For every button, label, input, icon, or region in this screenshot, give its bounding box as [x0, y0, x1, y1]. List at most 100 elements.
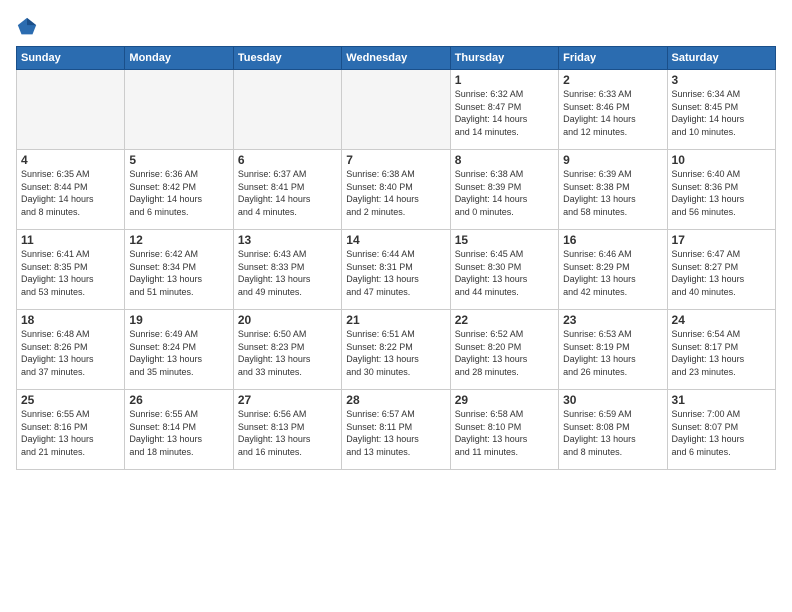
calendar-page: SundayMondayTuesdayWednesdayThursdayFrid…: [0, 0, 792, 612]
weekday-friday: Friday: [559, 47, 667, 70]
week-row-2: 11Sunrise: 6:41 AM Sunset: 8:35 PM Dayli…: [17, 230, 776, 310]
weekday-tuesday: Tuesday: [233, 47, 341, 70]
day-number: 2: [563, 73, 662, 87]
calendar-cell: 30Sunrise: 6:59 AM Sunset: 8:08 PM Dayli…: [559, 390, 667, 470]
day-number: 20: [238, 313, 337, 327]
weekday-saturday: Saturday: [667, 47, 775, 70]
calendar-cell: 3Sunrise: 6:34 AM Sunset: 8:45 PM Daylig…: [667, 70, 775, 150]
calendar-cell: 12Sunrise: 6:42 AM Sunset: 8:34 PM Dayli…: [125, 230, 233, 310]
day-number: 7: [346, 153, 445, 167]
day-number: 4: [21, 153, 120, 167]
day-number: 5: [129, 153, 228, 167]
calendar-cell: 14Sunrise: 6:44 AM Sunset: 8:31 PM Dayli…: [342, 230, 450, 310]
calendar-cell: 10Sunrise: 6:40 AM Sunset: 8:36 PM Dayli…: [667, 150, 775, 230]
day-number: 24: [672, 313, 771, 327]
calendar-cell: 24Sunrise: 6:54 AM Sunset: 8:17 PM Dayli…: [667, 310, 775, 390]
day-info: Sunrise: 6:46 AM Sunset: 8:29 PM Dayligh…: [563, 248, 662, 298]
day-number: 31: [672, 393, 771, 407]
day-info: Sunrise: 6:45 AM Sunset: 8:30 PM Dayligh…: [455, 248, 554, 298]
weekday-header-row: SundayMondayTuesdayWednesdayThursdayFrid…: [17, 47, 776, 70]
day-info: Sunrise: 6:55 AM Sunset: 8:14 PM Dayligh…: [129, 408, 228, 458]
day-info: Sunrise: 6:57 AM Sunset: 8:11 PM Dayligh…: [346, 408, 445, 458]
weekday-monday: Monday: [125, 47, 233, 70]
day-number: 1: [455, 73, 554, 87]
day-number: 8: [455, 153, 554, 167]
weekday-wednesday: Wednesday: [342, 47, 450, 70]
day-number: 12: [129, 233, 228, 247]
calendar-cell: [342, 70, 450, 150]
day-info: Sunrise: 6:55 AM Sunset: 8:16 PM Dayligh…: [21, 408, 120, 458]
calendar-cell: [233, 70, 341, 150]
day-number: 3: [672, 73, 771, 87]
logo-icon: [16, 16, 38, 38]
day-number: 28: [346, 393, 445, 407]
week-row-3: 18Sunrise: 6:48 AM Sunset: 8:26 PM Dayli…: [17, 310, 776, 390]
day-info: Sunrise: 6:59 AM Sunset: 8:08 PM Dayligh…: [563, 408, 662, 458]
day-info: Sunrise: 6:48 AM Sunset: 8:26 PM Dayligh…: [21, 328, 120, 378]
calendar-cell: 7Sunrise: 6:38 AM Sunset: 8:40 PM Daylig…: [342, 150, 450, 230]
day-number: 11: [21, 233, 120, 247]
day-info: Sunrise: 6:39 AM Sunset: 8:38 PM Dayligh…: [563, 168, 662, 218]
day-number: 16: [563, 233, 662, 247]
header: [16, 16, 776, 38]
weekday-sunday: Sunday: [17, 47, 125, 70]
day-number: 10: [672, 153, 771, 167]
calendar-cell: 1Sunrise: 6:32 AM Sunset: 8:47 PM Daylig…: [450, 70, 558, 150]
day-info: Sunrise: 6:33 AM Sunset: 8:46 PM Dayligh…: [563, 88, 662, 138]
day-info: Sunrise: 6:56 AM Sunset: 8:13 PM Dayligh…: [238, 408, 337, 458]
day-number: 29: [455, 393, 554, 407]
calendar-cell: 2Sunrise: 6:33 AM Sunset: 8:46 PM Daylig…: [559, 70, 667, 150]
calendar-cell: 5Sunrise: 6:36 AM Sunset: 8:42 PM Daylig…: [125, 150, 233, 230]
calendar-cell: 16Sunrise: 6:46 AM Sunset: 8:29 PM Dayli…: [559, 230, 667, 310]
day-number: 23: [563, 313, 662, 327]
day-number: 27: [238, 393, 337, 407]
calendar-cell: 28Sunrise: 6:57 AM Sunset: 8:11 PM Dayli…: [342, 390, 450, 470]
day-info: Sunrise: 6:54 AM Sunset: 8:17 PM Dayligh…: [672, 328, 771, 378]
calendar-cell: 31Sunrise: 7:00 AM Sunset: 8:07 PM Dayli…: [667, 390, 775, 470]
calendar-cell: [17, 70, 125, 150]
day-info: Sunrise: 7:00 AM Sunset: 8:07 PM Dayligh…: [672, 408, 771, 458]
day-info: Sunrise: 6:42 AM Sunset: 8:34 PM Dayligh…: [129, 248, 228, 298]
calendar-cell: 13Sunrise: 6:43 AM Sunset: 8:33 PM Dayli…: [233, 230, 341, 310]
day-info: Sunrise: 6:38 AM Sunset: 8:40 PM Dayligh…: [346, 168, 445, 218]
day-info: Sunrise: 6:51 AM Sunset: 8:22 PM Dayligh…: [346, 328, 445, 378]
week-row-0: 1Sunrise: 6:32 AM Sunset: 8:47 PM Daylig…: [17, 70, 776, 150]
day-number: 19: [129, 313, 228, 327]
day-number: 21: [346, 313, 445, 327]
week-row-4: 25Sunrise: 6:55 AM Sunset: 8:16 PM Dayli…: [17, 390, 776, 470]
calendar-cell: 21Sunrise: 6:51 AM Sunset: 8:22 PM Dayli…: [342, 310, 450, 390]
day-info: Sunrise: 6:53 AM Sunset: 8:19 PM Dayligh…: [563, 328, 662, 378]
calendar-table: SundayMondayTuesdayWednesdayThursdayFrid…: [16, 46, 776, 470]
day-info: Sunrise: 6:32 AM Sunset: 8:47 PM Dayligh…: [455, 88, 554, 138]
calendar-cell: 18Sunrise: 6:48 AM Sunset: 8:26 PM Dayli…: [17, 310, 125, 390]
day-number: 14: [346, 233, 445, 247]
day-info: Sunrise: 6:43 AM Sunset: 8:33 PM Dayligh…: [238, 248, 337, 298]
calendar-cell: 19Sunrise: 6:49 AM Sunset: 8:24 PM Dayli…: [125, 310, 233, 390]
day-info: Sunrise: 6:34 AM Sunset: 8:45 PM Dayligh…: [672, 88, 771, 138]
calendar-cell: 4Sunrise: 6:35 AM Sunset: 8:44 PM Daylig…: [17, 150, 125, 230]
calendar-cell: 23Sunrise: 6:53 AM Sunset: 8:19 PM Dayli…: [559, 310, 667, 390]
day-info: Sunrise: 6:49 AM Sunset: 8:24 PM Dayligh…: [129, 328, 228, 378]
calendar-cell: 27Sunrise: 6:56 AM Sunset: 8:13 PM Dayli…: [233, 390, 341, 470]
weekday-thursday: Thursday: [450, 47, 558, 70]
day-number: 9: [563, 153, 662, 167]
day-info: Sunrise: 6:36 AM Sunset: 8:42 PM Dayligh…: [129, 168, 228, 218]
calendar-cell: 17Sunrise: 6:47 AM Sunset: 8:27 PM Dayli…: [667, 230, 775, 310]
day-number: 30: [563, 393, 662, 407]
day-number: 25: [21, 393, 120, 407]
day-number: 15: [455, 233, 554, 247]
logo: [16, 16, 42, 38]
calendar-cell: 26Sunrise: 6:55 AM Sunset: 8:14 PM Dayli…: [125, 390, 233, 470]
day-number: 18: [21, 313, 120, 327]
day-info: Sunrise: 6:38 AM Sunset: 8:39 PM Dayligh…: [455, 168, 554, 218]
day-number: 22: [455, 313, 554, 327]
day-info: Sunrise: 6:50 AM Sunset: 8:23 PM Dayligh…: [238, 328, 337, 378]
day-info: Sunrise: 6:58 AM Sunset: 8:10 PM Dayligh…: [455, 408, 554, 458]
calendar-cell: 25Sunrise: 6:55 AM Sunset: 8:16 PM Dayli…: [17, 390, 125, 470]
day-number: 13: [238, 233, 337, 247]
day-info: Sunrise: 6:40 AM Sunset: 8:36 PM Dayligh…: [672, 168, 771, 218]
day-info: Sunrise: 6:47 AM Sunset: 8:27 PM Dayligh…: [672, 248, 771, 298]
calendar-cell: 11Sunrise: 6:41 AM Sunset: 8:35 PM Dayli…: [17, 230, 125, 310]
day-info: Sunrise: 6:52 AM Sunset: 8:20 PM Dayligh…: [455, 328, 554, 378]
calendar-cell: 20Sunrise: 6:50 AM Sunset: 8:23 PM Dayli…: [233, 310, 341, 390]
